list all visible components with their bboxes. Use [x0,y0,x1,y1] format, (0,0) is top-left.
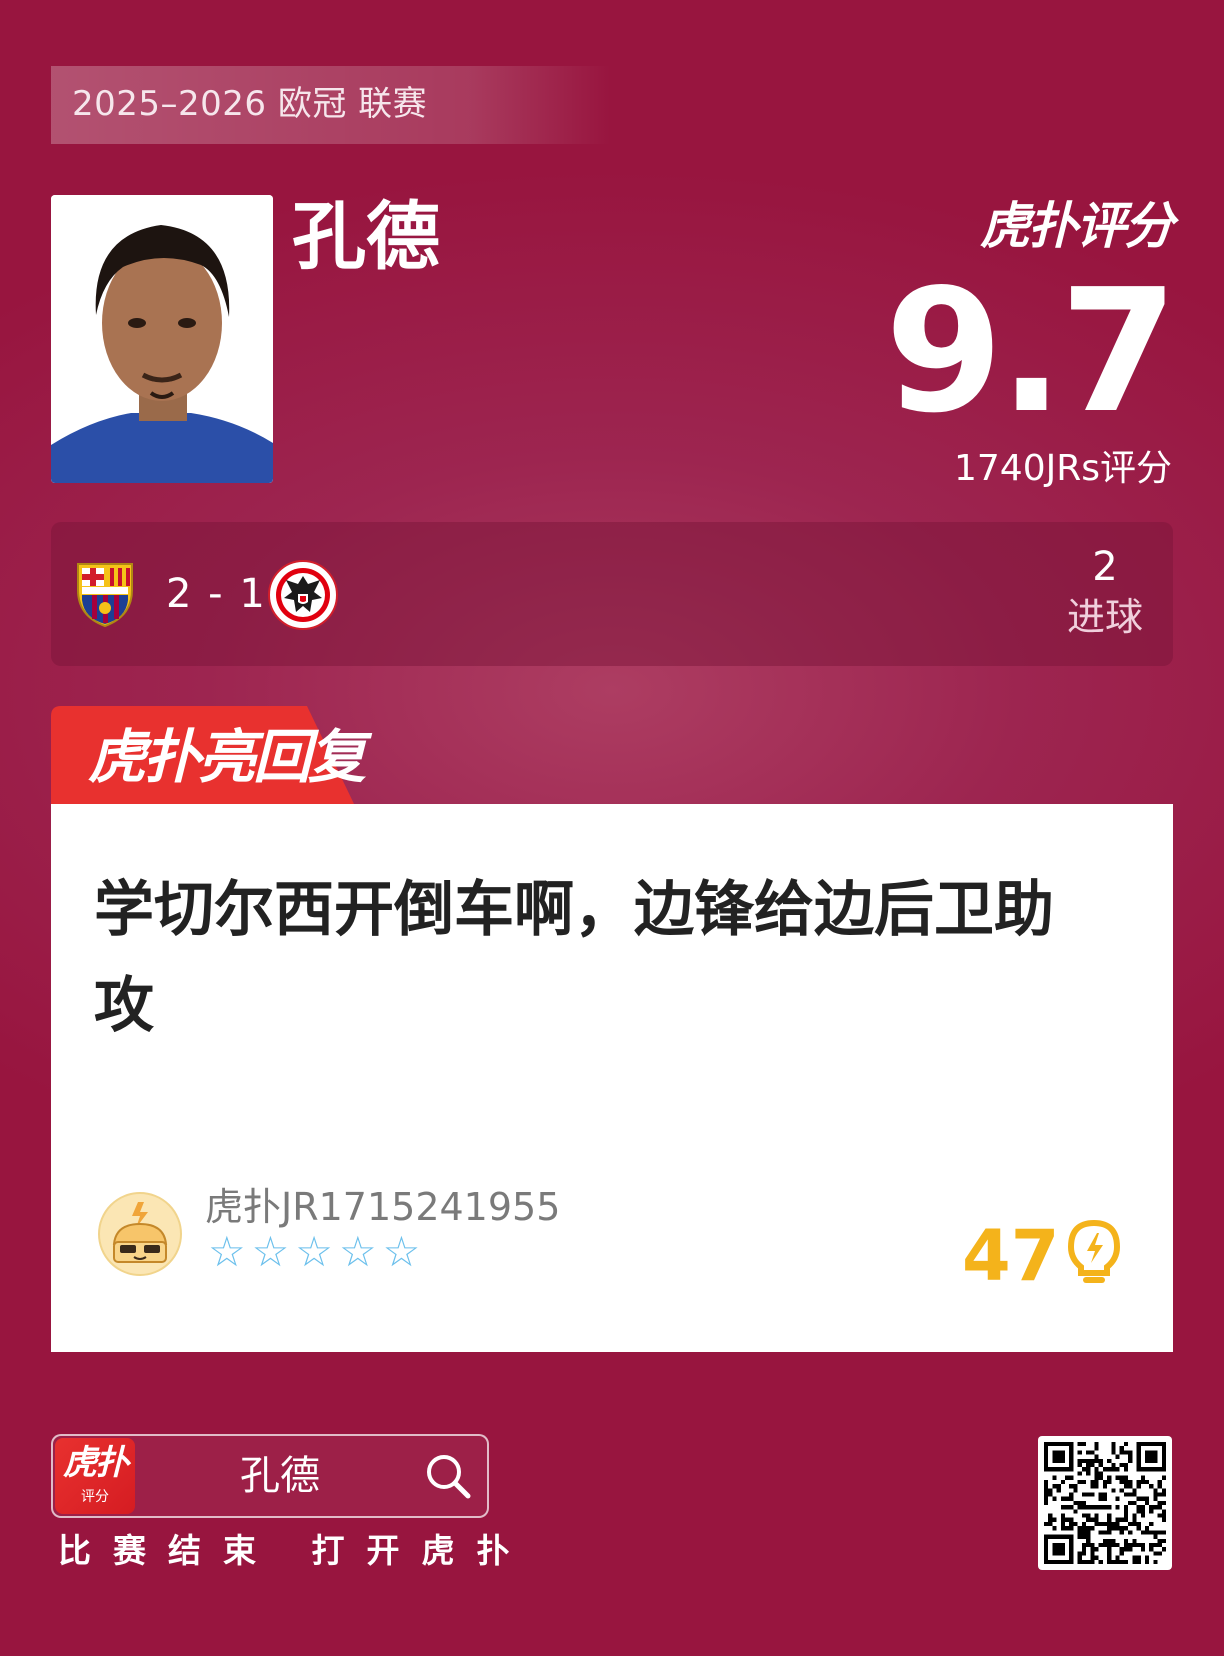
search-icon[interactable] [424,1452,472,1500]
lightbulb-like-icon[interactable] [1065,1219,1123,1287]
rating-brand-logo: 虎扑评分 [980,197,1174,255]
app-logo-subtext: 评分 [81,1489,109,1505]
footer-caption: 比赛结束 打开虎扑 [58,1531,532,1570]
fc-barcelona-crest-icon [72,560,138,628]
match-score: 2 - 1 [166,571,267,617]
rating-score: 9.7 [884,253,1178,451]
goals-count: 2 [1092,544,1118,590]
user-name[interactable]: 虎扑JR1715241955 [205,1184,560,1230]
qr-code [1038,1436,1172,1570]
user-avatar[interactable] [98,1192,182,1276]
like-count: 47 [962,1215,1060,1297]
goals-label: 进球 [1066,595,1143,639]
rating-count: 1740JRs评分 [953,448,1172,489]
player-photo [51,195,273,483]
league-title: 2025–2026 欧冠 联赛 [72,84,428,124]
player-name: 孔德 [292,194,440,280]
app-logo-text: 虎扑 [63,1443,129,1483]
eintracht-frankfurt-crest-icon [268,560,338,630]
highlight-reply-label: 虎扑亮回复 [88,723,366,791]
user-rating-stars: ☆☆☆☆☆ [208,1227,427,1276]
comment-text: 学切尔西开倒车啊，边锋给边后卫助攻 [94,875,1054,1041]
search-query: 孔德 [240,1453,320,1499]
